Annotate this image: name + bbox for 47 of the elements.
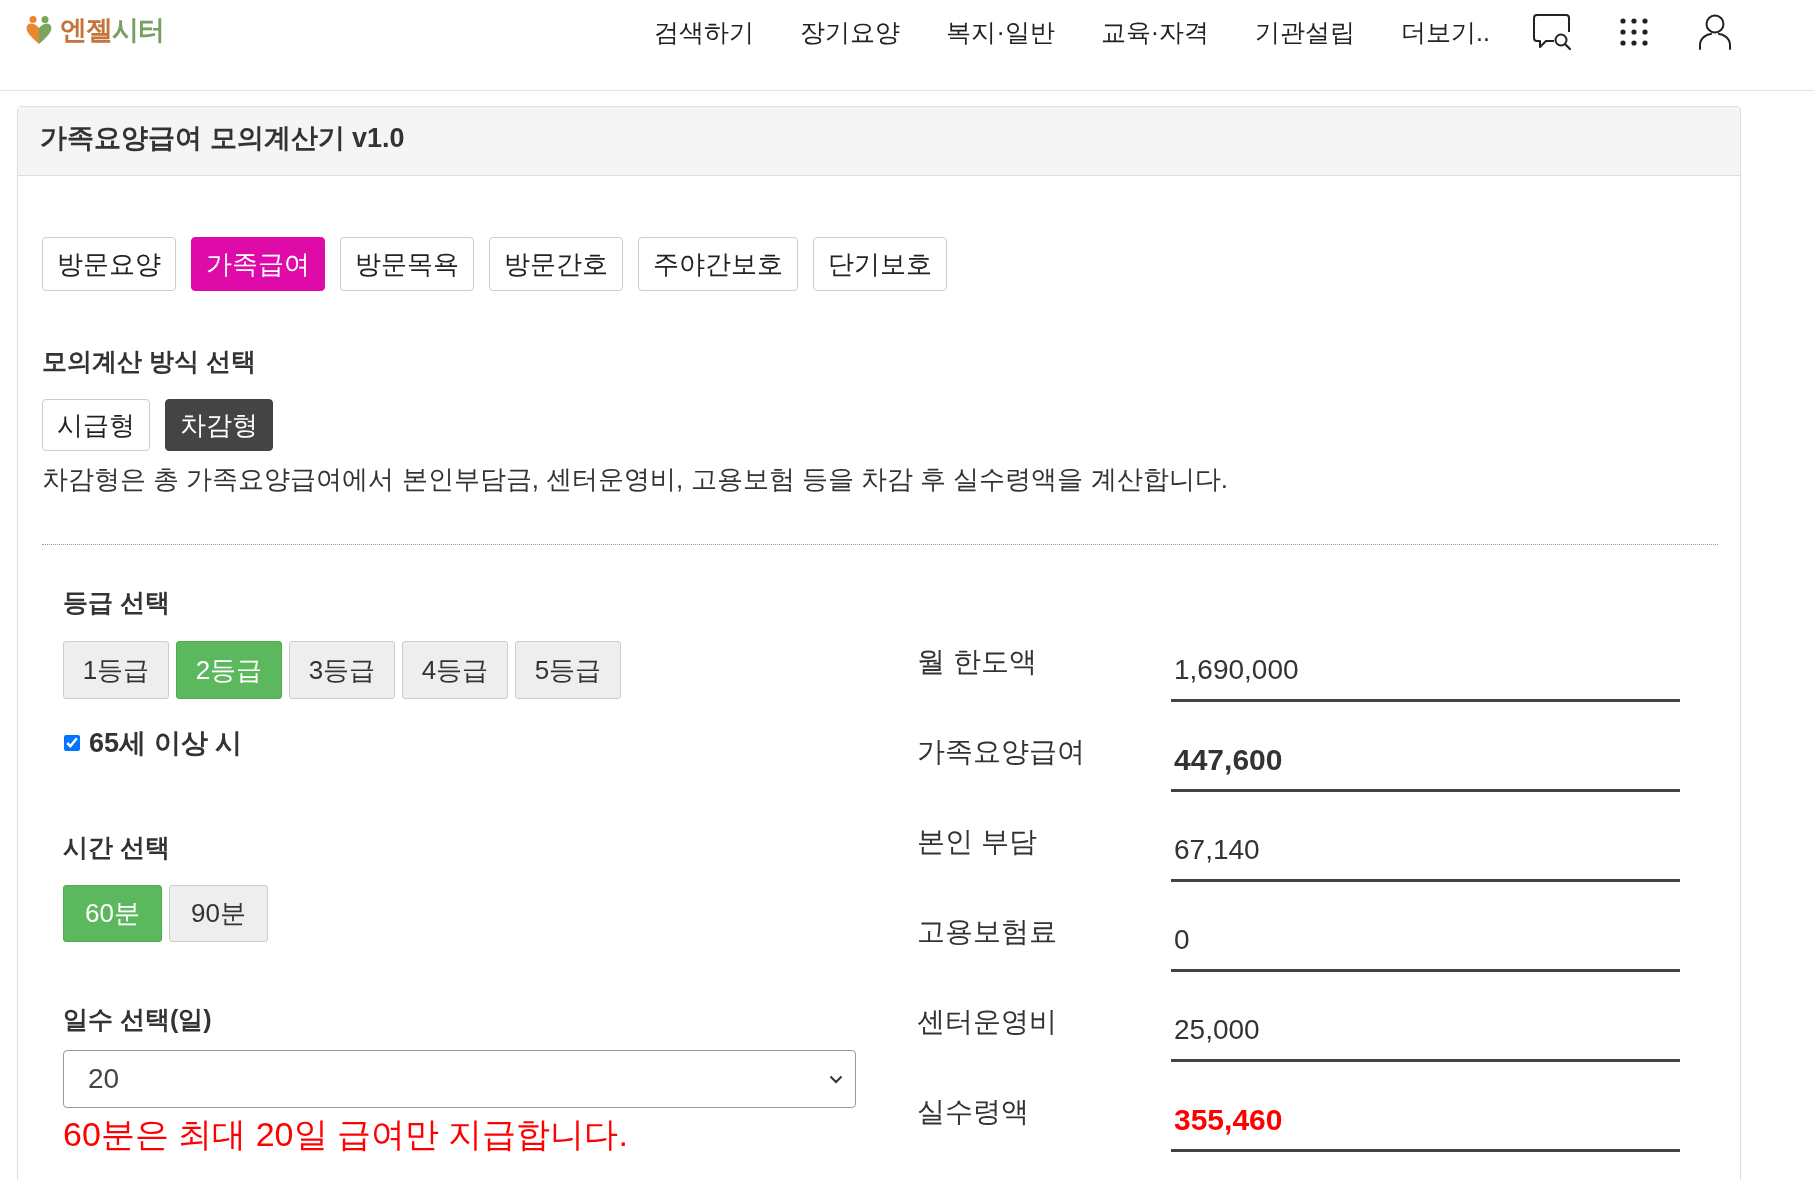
- result-label: 월 한도액: [917, 645, 1037, 679]
- section-heading: 일수 선택(일): [63, 1004, 212, 1034]
- grade-button[interactable]: 3등급: [289, 641, 395, 699]
- service-tab[interactable]: 방문목욕: [340, 237, 474, 291]
- heart-logo-icon: [25, 15, 53, 45]
- grid-menu-icon[interactable]: [1620, 18, 1648, 46]
- service-tab[interactable]: 방문요양: [42, 237, 176, 291]
- checkbox-label[interactable]: 65세 이상 시: [89, 725, 243, 761]
- grade-button[interactable]: 5등급: [515, 641, 621, 699]
- nav-link[interactable]: 장기요양: [800, 15, 901, 49]
- result-label: 고용보험료: [917, 915, 1057, 949]
- time-button[interactable]: 90분: [169, 885, 268, 942]
- nav-link[interactable]: 검색하기: [654, 15, 755, 49]
- service-tab[interactable]: 주야간보호: [638, 237, 798, 291]
- grade-button[interactable]: 1등급: [63, 641, 169, 699]
- grade-button[interactable]: 4등급: [402, 641, 508, 699]
- service-tab[interactable]: 단기보호: [813, 237, 947, 291]
- chat-search-icon[interactable]: [1532, 13, 1572, 51]
- result-value: 447,600: [1171, 732, 1680, 792]
- user-icon[interactable]: [1698, 14, 1732, 50]
- result-label: 본인 부담: [917, 825, 1037, 859]
- result-value: 0: [1171, 912, 1680, 972]
- card-title: 가족요양급여 모의계산기 v1.0: [40, 122, 405, 155]
- nav-link[interactable]: 복지·일반: [946, 15, 1055, 49]
- method-button[interactable]: 시급형: [42, 399, 150, 451]
- result-label: 실수령액: [917, 1095, 1029, 1129]
- result-label: 가족요양급여: [917, 735, 1085, 769]
- section-heading: 모의계산 방식 선택: [42, 346, 256, 376]
- section-heading: 시간 선택: [63, 832, 170, 862]
- age-checkbox[interactable]: [64, 735, 80, 751]
- method-button[interactable]: 차감형: [165, 399, 273, 451]
- nav-link[interactable]: 더보기..: [1401, 15, 1490, 49]
- section-heading: 등급 선택: [63, 587, 170, 617]
- days-select[interactable]: 20: [63, 1050, 856, 1108]
- result-value: 355,460: [1171, 1092, 1680, 1152]
- service-tab[interactable]: 방문간호: [489, 237, 623, 291]
- service-tab[interactable]: 가족급여: [191, 237, 325, 291]
- result-value: 67,140: [1171, 822, 1680, 882]
- result-value: 1,690,000: [1171, 642, 1680, 702]
- nav-link[interactable]: 기관설립: [1255, 15, 1356, 49]
- warning-note: 60분은 최대 20일 급여만 지급합니다.: [63, 1114, 628, 1154]
- logo-text[interactable]: 엔젤시터: [60, 12, 164, 48]
- result-label: 센터운영비: [917, 1005, 1057, 1039]
- chevron-down-icon: [829, 1074, 843, 1084]
- method-description: 차감형은 총 가족요양급여에서 본인부담금, 센터운영비, 고용보험 등을 차감 후 실수령액을 계산합니다.: [42, 463, 1228, 495]
- nav-link[interactable]: 교육·자격: [1100, 15, 1210, 49]
- result-value: 25,000: [1171, 1002, 1680, 1062]
